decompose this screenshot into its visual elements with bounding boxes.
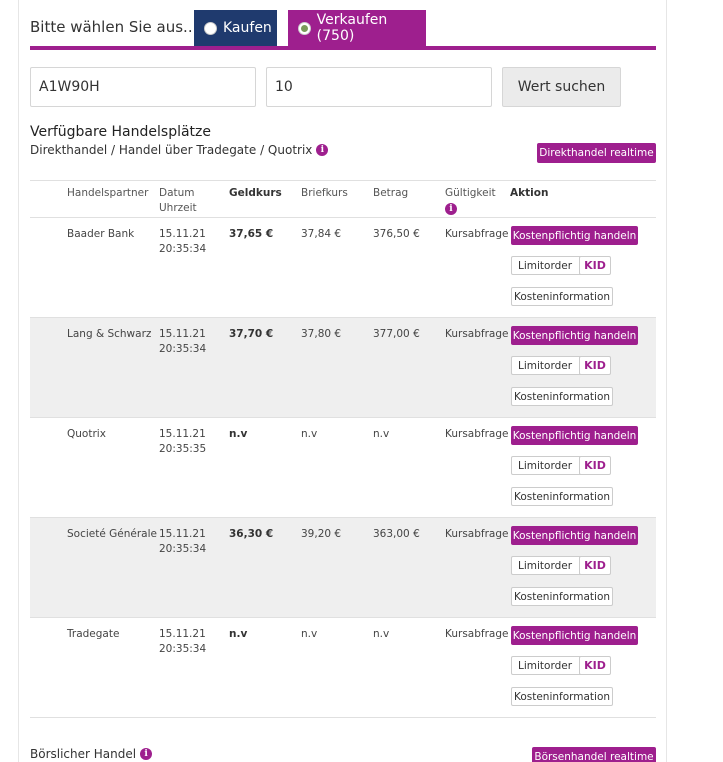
cell-ask: n.v: [301, 628, 318, 640]
header-bid: Geldkurs: [229, 187, 282, 199]
cell-bid: n.v: [229, 428, 248, 440]
cell-bid: 37,65 €: [229, 228, 274, 240]
tab-sell-label: Verkaufen (750): [316, 12, 388, 44]
trade-button[interactable]: Kostenpflichtig handeln: [511, 626, 638, 645]
venues-subtitle-text: Direkthandel / Handel über Tradegate / Q…: [30, 143, 313, 157]
cell-time: 20:35:34: [159, 543, 207, 555]
cell-validity: Kursabfrage: [445, 428, 509, 440]
header-amount: Betrag: [373, 187, 409, 199]
table-divider: [30, 180, 656, 181]
cell-partner: Baader Bank: [67, 228, 135, 240]
kid-button[interactable]: KID: [579, 356, 611, 375]
quantity-input[interactable]: [266, 67, 492, 107]
trade-button[interactable]: Kostenpflichtig handeln: [511, 426, 638, 445]
cell-amount: 376,50 €: [373, 228, 420, 240]
direct-realtime-button[interactable]: Direkthandel realtime: [537, 143, 656, 163]
cell-ask: 39,20 €: [301, 528, 342, 540]
table-row: Societé Générale 15.11.21 20:35:34 36,30 € 3…: [30, 518, 656, 618]
cell-amount: 377,00 €: [373, 328, 420, 340]
cell-date: 15.11.21: [159, 228, 206, 240]
kid-button[interactable]: KID: [579, 656, 611, 675]
tab-sell[interactable]: Verkaufen (750): [288, 10, 426, 46]
cell-time: 20:35:34: [159, 243, 207, 255]
header-time-label: Uhrzeit: [159, 202, 197, 214]
header-date-label: Datum: [159, 187, 195, 199]
search-button[interactable]: Wert suchen: [502, 67, 621, 107]
cell-partner: Lang & Schwarz: [67, 328, 152, 340]
trade-button[interactable]: Kostenpflichtig handeln: [511, 226, 638, 245]
header-ask: Briefkurs: [301, 187, 348, 199]
exchange-title-text: Börslicher Handel: [30, 747, 137, 761]
cell-amount: n.v: [373, 428, 390, 440]
cell-bid: 37,70 €: [229, 328, 274, 340]
trade-button[interactable]: Kostenpflichtig handeln: [511, 526, 638, 545]
cell-partner: Quotrix: [67, 428, 106, 440]
trade-button[interactable]: Kostenpflichtig handeln: [511, 326, 638, 345]
table-row: Baader Bank 15.11.21 20:35:34 37,65 € 37,84 …: [30, 218, 656, 318]
cell-partner: Societé Générale: [67, 528, 157, 540]
cost-info-button[interactable]: Kosteninformation: [511, 687, 613, 706]
exchange-title: Börslicher Handel i: [30, 747, 153, 761]
info-icon[interactable]: i: [140, 748, 153, 760]
tab-buy[interactable]: Kaufen: [194, 10, 277, 46]
header-action: Aktion: [510, 187, 549, 199]
table-row: Quotrix 15.11.21 20:35:35 n.v n.v n.v Kursabfr…: [30, 418, 656, 518]
cell-date: 15.11.21: [159, 528, 206, 540]
cell-ask: 37,84 €: [301, 228, 342, 240]
header-date: Datum Uhrzeit: [159, 186, 197, 216]
cell-bid: n.v: [229, 628, 248, 640]
cost-info-button[interactable]: Kosteninformation: [511, 287, 613, 306]
cell-validity: Kursabfrage: [445, 628, 509, 640]
cell-date: 15.11.21: [159, 428, 206, 440]
cost-info-button[interactable]: Kosteninformation: [511, 487, 613, 506]
cell-ask: n.v: [301, 428, 318, 440]
tab-buy-label: Kaufen: [223, 20, 272, 36]
table-row: Lang & Schwarz 15.11.21 20:35:34 37,70 € 37,…: [30, 318, 656, 418]
exchange-realtime-button[interactable]: Börsenhandel realtime: [532, 747, 656, 762]
cell-amount: 363,00 €: [373, 528, 420, 540]
header-partner: Handelspartner: [67, 187, 149, 199]
cell-bid: 36,30 €: [229, 528, 274, 540]
cell-validity: Kursabfrage: [445, 228, 509, 240]
mode-label: Bitte wählen Sie aus...: [30, 18, 198, 36]
venues-subtitle: Direkthandel / Handel über Tradegate / Q…: [30, 143, 329, 157]
cell-partner: Tradegate: [67, 628, 120, 640]
header-validity: Gültigkeit i: [445, 186, 496, 216]
kid-button[interactable]: KID: [579, 556, 611, 575]
cell-date: 15.11.21: [159, 628, 206, 640]
cell-date: 15.11.21: [159, 328, 206, 340]
cost-info-button[interactable]: Kosteninformation: [511, 587, 613, 606]
cell-ask: 37,80 €: [301, 328, 342, 340]
cost-info-button[interactable]: Kosteninformation: [511, 387, 613, 406]
cell-amount: n.v: [373, 628, 390, 640]
cell-validity: Kursabfrage: [445, 528, 509, 540]
cell-validity: Kursabfrage: [445, 328, 509, 340]
info-icon[interactable]: i: [445, 203, 457, 215]
cell-time: 20:35:34: [159, 643, 207, 655]
table-row: Tradegate 15.11.21 20:35:34 n.v n.v n.v Kursab…: [30, 618, 656, 718]
isin-input[interactable]: [30, 67, 256, 107]
header-validity-label: Gültigkeit: [445, 187, 496, 199]
radio-icon: [204, 21, 217, 35]
kid-button[interactable]: KID: [579, 456, 611, 475]
radio-checked-icon: [298, 21, 311, 35]
info-icon[interactable]: i: [316, 144, 329, 156]
kid-button[interactable]: KID: [579, 256, 611, 275]
tab-underline: [30, 46, 656, 50]
venues-title: Verfügbare Handelsplätze: [30, 124, 211, 140]
cell-time: 20:35:34: [159, 343, 207, 355]
cell-time: 20:35:35: [159, 443, 207, 455]
